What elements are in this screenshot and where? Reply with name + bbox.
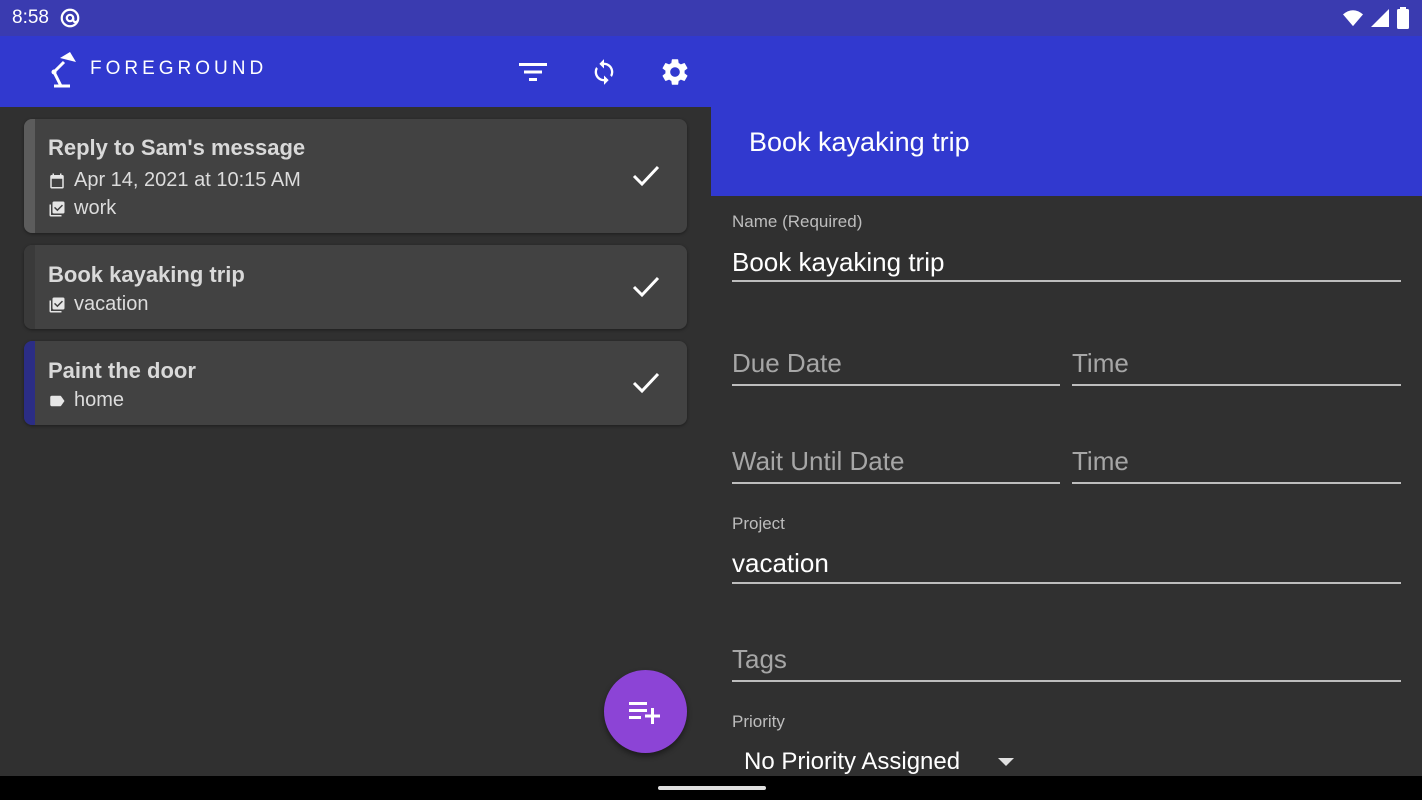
name-label: Name (Required)	[732, 212, 863, 231]
task-project: vacation	[48, 293, 149, 316]
settings-button[interactable]	[655, 52, 695, 92]
due-time-placeholder: Time	[1072, 348, 1129, 378]
check-icon	[632, 276, 660, 298]
due-time-field[interactable]: Time	[1072, 336, 1401, 388]
tag-icon	[50, 395, 65, 406]
filter-button[interactable]	[513, 52, 553, 92]
logo-text: FOREGROUND	[90, 58, 268, 79]
task-color-bar	[24, 245, 35, 329]
task-title: Paint the door	[48, 358, 196, 383]
project-icon	[49, 297, 65, 312]
status-icons	[1342, 7, 1410, 29]
priority-dropdown[interactable]: No Priority Assigned	[744, 748, 1015, 776]
task-color-bar	[24, 341, 35, 425]
priority-field: Priority No Priority Assigned	[732, 712, 1032, 776]
tags-underline	[732, 680, 1401, 682]
task-tag: home	[48, 389, 124, 412]
tags-field[interactable]: Tags	[732, 632, 1401, 684]
priority-label: Priority	[732, 712, 785, 731]
detail-header: Book kayaking trip	[711, 107, 1422, 196]
task-card-book-kayaking[interactable]: Book kayaking trip vacation	[24, 245, 687, 329]
name-field[interactable]: Name (Required) Book kayaking trip	[732, 210, 1401, 284]
task-title: Reply to Sam's message	[48, 135, 306, 160]
status-bar: 8:58	[0, 0, 1422, 36]
wait-date-underline	[732, 482, 1060, 484]
wait-date-placeholder: Wait Until Date	[732, 446, 905, 476]
check-icon	[632, 372, 660, 394]
task-card-reply-to-sam[interactable]: Reply to Sam's message Apr 14, 2021 at 1…	[24, 119, 687, 233]
filter-icon	[519, 63, 547, 81]
app-root: 8:58 FOREGROUND Reply to Sam's message A…	[0, 0, 1422, 800]
name-underline	[732, 280, 1401, 282]
detail-title: Book kayaking trip	[749, 127, 970, 157]
task-project-text: work	[74, 197, 117, 219]
due-date-underline	[732, 384, 1060, 386]
due-time-underline	[1072, 384, 1401, 386]
project-underline	[732, 582, 1401, 584]
calendar-icon	[50, 173, 64, 188]
navigation-bar	[0, 776, 1422, 800]
priority-value: No Priority Assigned	[744, 748, 961, 775]
home-gesture-handle[interactable]	[658, 786, 766, 790]
settings-icon	[662, 59, 688, 85]
add-task-fab[interactable]	[604, 670, 687, 753]
battery-icon	[1397, 7, 1409, 29]
complete-task-button[interactable]	[629, 366, 663, 400]
complete-task-button[interactable]	[629, 270, 663, 304]
wait-time-placeholder: Time	[1072, 446, 1129, 476]
wait-until-time-field[interactable]: Time	[1072, 434, 1401, 486]
task-edit-form: Name (Required) Book kayaking trip Due D…	[711, 196, 1422, 776]
task-project-text: vacation	[74, 293, 149, 315]
desk-lamp-icon	[51, 52, 76, 88]
project-value: vacation	[732, 548, 829, 578]
task-due-date: Apr 14, 2021 at 10:15 AM	[48, 169, 301, 192]
project-field[interactable]: Project vacation	[732, 512, 1401, 586]
task-list: Reply to Sam's message Apr 14, 2021 at 1…	[0, 107, 711, 776]
task-color-bar	[24, 119, 35, 233]
app-bar: FOREGROUND	[0, 36, 1422, 107]
due-date-placeholder: Due Date	[732, 348, 842, 378]
project-label: Project	[732, 514, 785, 533]
task-tag-text: home	[74, 389, 125, 411]
playlist-add-icon	[628, 701, 660, 724]
complete-task-button[interactable]	[629, 159, 663, 193]
task-card-paint-door[interactable]: Paint the door home	[24, 341, 687, 425]
check-icon	[632, 165, 660, 187]
at-sign-icon	[60, 8, 80, 28]
wait-time-underline	[1072, 482, 1401, 484]
wifi-icon	[1343, 10, 1363, 27]
sync-button[interactable]	[584, 52, 624, 92]
task-title: Book kayaking trip	[48, 262, 245, 287]
name-value: Book kayaking trip	[732, 247, 945, 277]
status-time: 8:58	[12, 7, 49, 28]
signal-icon	[1371, 9, 1389, 27]
tags-placeholder: Tags	[732, 644, 787, 674]
sync-icon	[594, 59, 614, 85]
wait-until-date-field[interactable]: Wait Until Date	[732, 434, 1060, 486]
task-project: work	[48, 197, 116, 220]
project-icon	[49, 201, 65, 216]
due-date-field[interactable]: Due Date	[732, 336, 1060, 388]
app-logo: FOREGROUND	[48, 50, 267, 88]
dropdown-arrow-icon	[998, 758, 1015, 766]
task-date-text: Apr 14, 2021 at 10:15 AM	[74, 169, 301, 191]
